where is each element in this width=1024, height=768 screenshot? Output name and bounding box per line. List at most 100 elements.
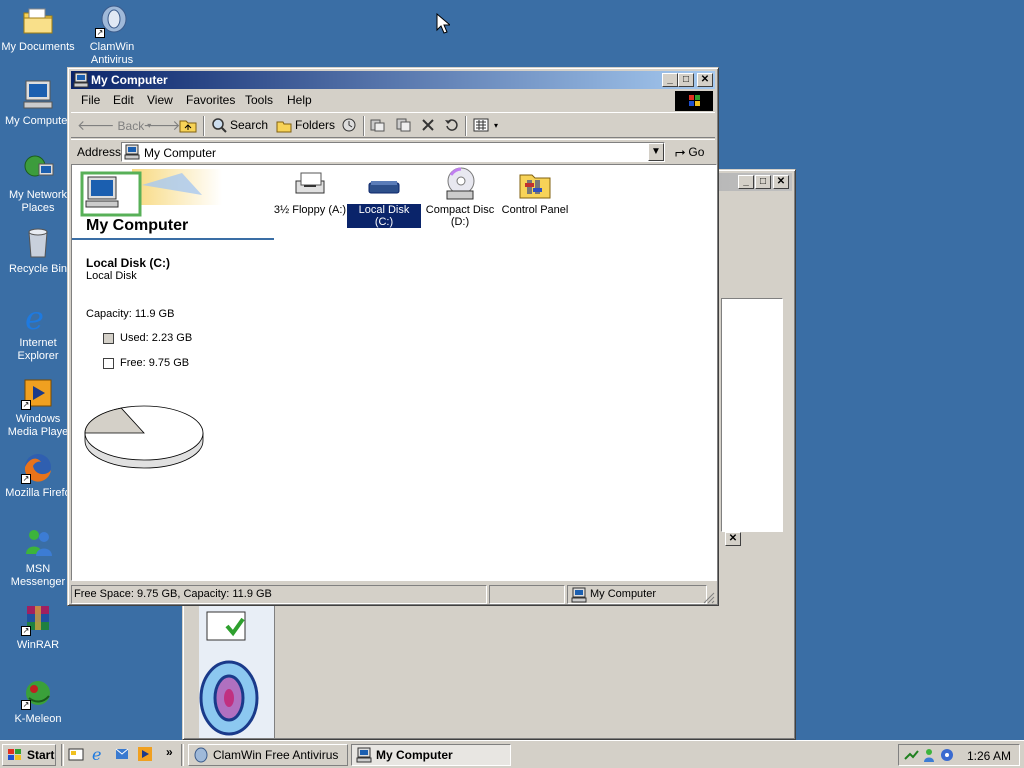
panel-heading: My Computer <box>86 217 189 234</box>
search-button[interactable]: Search <box>211 117 268 133</box>
computer-icon <box>73 72 89 88</box>
desktop-icon-winrar[interactable]: ↗ WinRAR <box>0 602 76 652</box>
title-bar[interactable]: My Computer _ □ ✕ <box>71 71 715 89</box>
desktop-icon-k-meleon[interactable]: ↗ K-Meleon <box>0 676 76 726</box>
desktop-icon-recycle-bin[interactable]: Recycle Bin <box>0 226 76 276</box>
winrar-icon: ↗ <box>21 602 55 636</box>
toolbar-separator <box>203 116 205 136</box>
menu-tools[interactable]: Tools <box>245 93 273 107</box>
internet-explorer-icon: e <box>21 299 55 337</box>
clamwin-list-area[interactable] <box>721 298 783 532</box>
menu-favorites[interactable]: Favorites <box>186 93 235 107</box>
desktop-icon-media-player[interactable]: ↗ Windows Media Playe <box>0 376 76 439</box>
menu-bar: File Edit View Favorites Tools Help <box>71 90 715 111</box>
desktop-icon-firefox[interactable]: ↗ Mozilla Firefo <box>0 450 76 500</box>
computer-icon <box>21 78 55 112</box>
copy-to-button[interactable] <box>395 117 411 133</box>
folder-documents-icon <box>21 4 55 38</box>
address-combobox[interactable]: My Computer ▼ <box>121 142 665 162</box>
item-floppy[interactable]: 3½ Floppy (A:) <box>272 169 348 216</box>
svg-text:e: e <box>25 300 44 334</box>
forward-arrow-icon: 🡒 <box>143 117 181 133</box>
desktop-icon-msn-messenger[interactable]: MSN Messenger <box>0 526 76 589</box>
windows-flag-icon <box>8 749 21 760</box>
free-legend-swatch <box>103 358 114 369</box>
maximize-button[interactable]: □ <box>755 175 771 189</box>
menu-help[interactable]: Help <box>287 93 312 107</box>
minimize-button[interactable]: _ <box>662 73 678 87</box>
system-tray: 1:26 AM <box>898 744 1020 766</box>
task-separator <box>181 744 184 766</box>
menu-edit[interactable]: Edit <box>113 93 134 107</box>
close-button[interactable]: ✕ <box>697 73 713 87</box>
media-player-icon: ↗ <box>21 376 55 410</box>
network-tray-icon[interactable] <box>903 747 919 763</box>
clock[interactable]: 1:26 AM <box>967 749 1011 763</box>
item-compact-disc-d[interactable]: Compact Disc (D:) <box>422 167 498 228</box>
my-computer-window[interactable]: My Computer _ □ ✕ File Edit View Favorit… <box>67 67 719 606</box>
delete-icon <box>422 119 434 131</box>
task-my-computer[interactable]: My Computer <box>351 744 511 766</box>
computer-icon <box>571 587 587 603</box>
move-to-button[interactable] <box>369 117 385 133</box>
go-button[interactable]: ⮣ Go <box>675 144 704 160</box>
item-control-panel[interactable]: Control Panel <box>497 169 573 216</box>
media-player-icon[interactable] <box>137 746 153 762</box>
clamwin-icon: ↗ <box>95 4 129 38</box>
selected-item-type: Local Disk <box>86 270 137 282</box>
clamwin-tray-icon[interactable] <box>939 747 955 763</box>
quick-launch-overflow-icon[interactable]: » <box>166 745 173 759</box>
folders-icon <box>276 121 292 133</box>
move-to-icon <box>370 119 385 132</box>
views-icon <box>473 118 489 132</box>
delete-button[interactable] <box>420 117 436 133</box>
history-button[interactable] <box>341 117 357 133</box>
desktop-icon-my-computer[interactable]: My Computer <box>0 78 76 128</box>
standard-toolbar: 🡐 Back ▾ 🡒 ▾ Search Folders <box>71 112 715 138</box>
status-text-left: Free Space: 9.75 GB, Capacity: 11.9 GB <box>71 585 487 604</box>
floppy-drive-icon <box>295 172 325 194</box>
address-dropdown-button[interactable]: ▼ <box>648 143 664 161</box>
status-bar: Free Space: 9.75 GB, Capacity: 11.9 GB M… <box>71 585 715 604</box>
folders-button[interactable]: Folders <box>276 117 335 133</box>
used-legend-swatch <box>103 333 114 344</box>
back-button[interactable]: 🡐 Back ▾ <box>77 117 151 134</box>
resize-grip-icon[interactable] <box>703 592 715 604</box>
show-desktop-icon[interactable] <box>68 746 84 762</box>
firefox-icon: ↗ <box>21 450 55 484</box>
cd-drive-icon <box>446 167 475 200</box>
msn-tray-icon[interactable] <box>921 747 937 763</box>
desktop-icon-my-documents[interactable]: My Documents <box>0 4 76 54</box>
item-local-disk-c[interactable]: Local Disk (C:) <box>346 169 422 229</box>
undo-button[interactable] <box>443 117 459 133</box>
internet-explorer-icon[interactable]: e <box>91 746 107 762</box>
views-button[interactable]: ▾ <box>473 117 498 133</box>
selected-item-name: Local Disk (C:) <box>86 256 171 270</box>
menu-view[interactable]: View <box>147 93 173 107</box>
copy-to-icon <box>396 118 411 132</box>
desktop-icon-clamwin[interactable]: ↗ ClamWin Antivirus <box>74 4 150 67</box>
task-clamwin[interactable]: ClamWin Free Antivirus <box>188 744 348 766</box>
quick-launch: e <box>68 746 153 762</box>
undo-icon <box>445 119 458 131</box>
up-folder-button[interactable] <box>179 117 197 133</box>
maximize-button[interactable]: □ <box>678 73 694 87</box>
clamwin-check-icon <box>199 611 259 736</box>
desktop-icon-network-places[interactable]: My Network Places <box>0 152 76 215</box>
capacity-text: Capacity: 11.9 GB <box>86 308 175 320</box>
close-button[interactable]: ✕ <box>773 175 789 189</box>
minimize-button[interactable]: _ <box>738 175 754 189</box>
content-area[interactable]: My Computer Local Disk (C:) Local Disk C… <box>71 164 717 581</box>
computer-icon <box>124 144 140 160</box>
quick-launch-separator <box>61 744 64 766</box>
desktop-icon-internet-explorer[interactable]: e Internet Explorer <box>0 299 76 363</box>
toolbar-separator <box>465 116 467 136</box>
outlook-express-icon[interactable] <box>114 746 130 762</box>
status-empty-pane <box>489 585 565 604</box>
clamwin-dialog-close-button[interactable]: ✕ <box>725 532 741 546</box>
windows-logo-icon <box>675 91 713 111</box>
start-button[interactable]: Start <box>2 744 56 766</box>
menu-file[interactable]: File <box>81 93 100 107</box>
recycle-bin-icon <box>21 226 55 260</box>
address-input[interactable]: My Computer <box>144 146 216 160</box>
